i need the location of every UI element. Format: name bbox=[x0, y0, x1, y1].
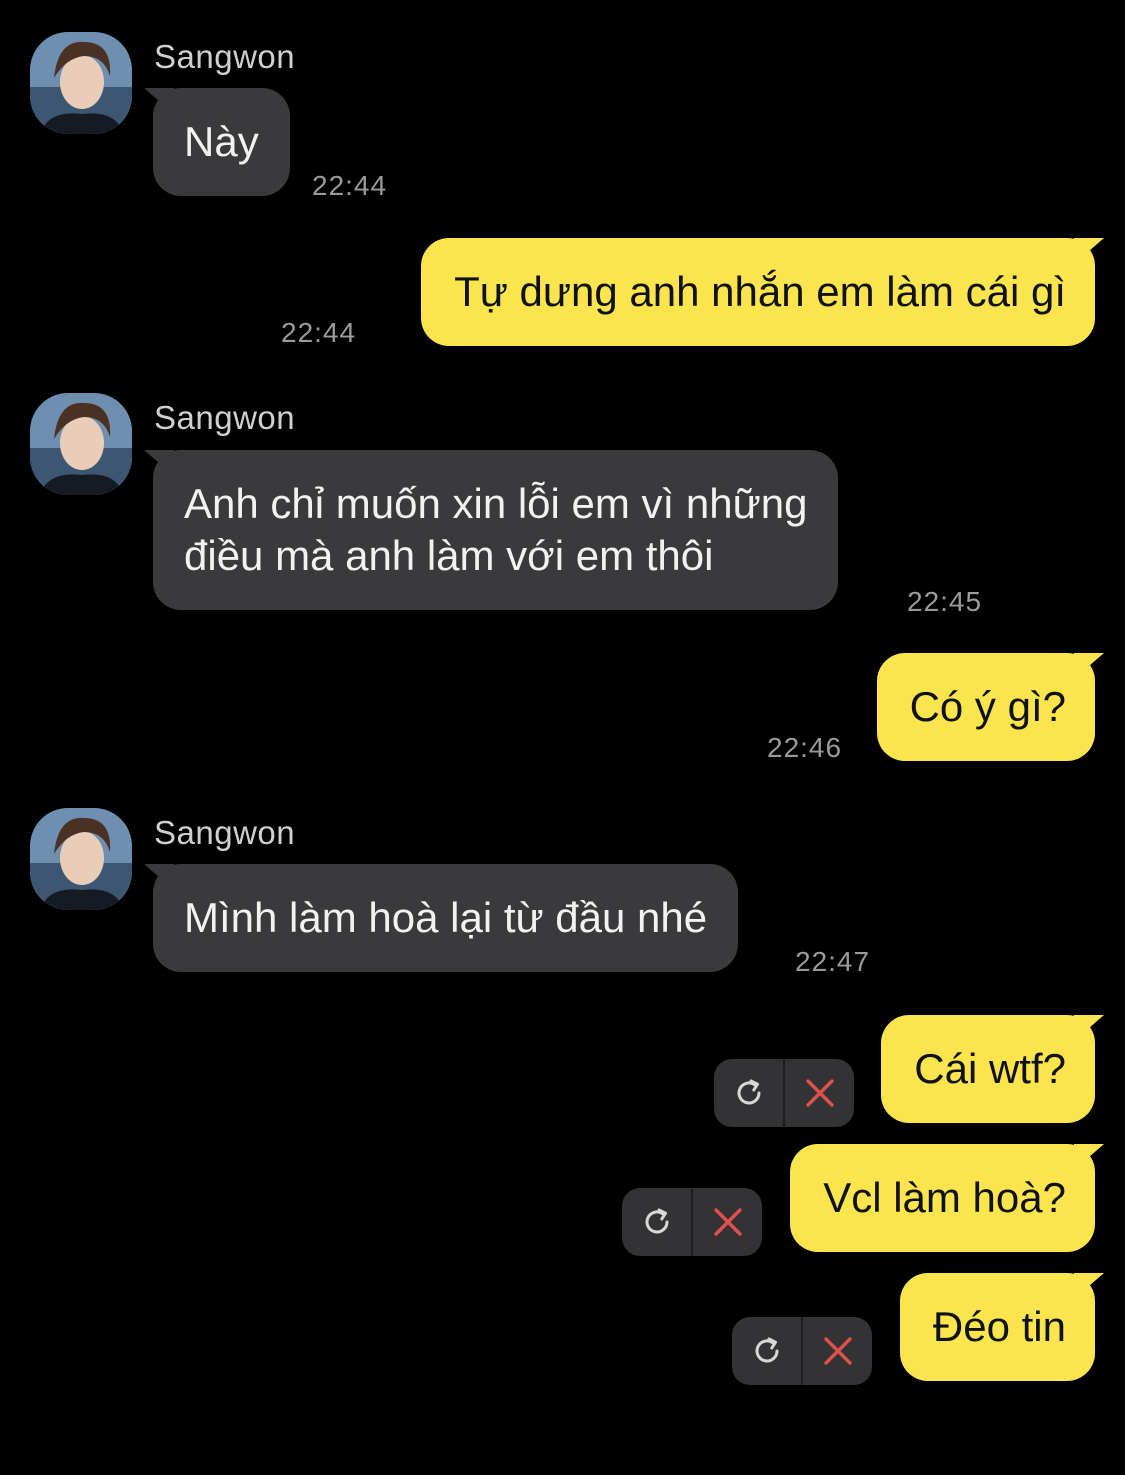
message-text: Này bbox=[184, 118, 259, 165]
incoming-message-bubble[interactable]: Này bbox=[153, 88, 290, 196]
message-text-line: Anh chỉ muốn xin lỗi em vì những bbox=[184, 480, 808, 527]
failed-send-actions bbox=[732, 1317, 872, 1385]
avatar[interactable] bbox=[30, 808, 132, 910]
message-text: Có ý gì? bbox=[909, 683, 1066, 730]
delete-icon bbox=[823, 1337, 852, 1365]
message-timestamp: 22:47 bbox=[795, 946, 871, 977]
message-text: Mình làm hoà lại từ đầu nhé bbox=[184, 894, 708, 941]
delete-button[interactable] bbox=[783, 1059, 854, 1127]
outgoing-message-bubble[interactable]: Cái wtf? bbox=[881, 1015, 1095, 1123]
outgoing-message-bubble[interactable]: Có ý gì? bbox=[876, 653, 1095, 761]
message-text: Cái wtf? bbox=[914, 1045, 1066, 1092]
sender-name: Sangwon bbox=[154, 814, 296, 851]
retry-icon bbox=[645, 1208, 668, 1234]
message-text: Vcl làm hoà? bbox=[823, 1174, 1066, 1221]
delete-button[interactable] bbox=[801, 1317, 872, 1385]
avatar[interactable] bbox=[30, 32, 132, 134]
retry-button[interactable] bbox=[732, 1317, 801, 1385]
incoming-message-bubble[interactable]: Anh chỉ muốn xin lỗi em vì những điều mà… bbox=[153, 450, 839, 610]
message-text: Tự dưng anh nhắn em làm cái gì bbox=[454, 268, 1066, 315]
message-timestamp: 22:45 bbox=[907, 586, 983, 617]
failed-send-actions bbox=[622, 1188, 762, 1256]
sender-name: Sangwon bbox=[154, 38, 296, 75]
retry-button[interactable] bbox=[622, 1188, 691, 1256]
retry-button[interactable] bbox=[714, 1059, 783, 1127]
message-timestamp: 22:44 bbox=[312, 170, 388, 201]
failed-send-actions bbox=[714, 1059, 854, 1127]
retry-icon bbox=[755, 1337, 778, 1363]
delete-icon bbox=[713, 1208, 742, 1236]
outgoing-message-bubble[interactable]: Tự dưng anh nhắn em làm cái gì bbox=[421, 238, 1095, 346]
outgoing-message-bubble[interactable]: Đéo tin bbox=[899, 1273, 1095, 1381]
delete-button[interactable] bbox=[691, 1188, 762, 1256]
sender-name: Sangwon bbox=[154, 399, 296, 436]
avatar[interactable] bbox=[30, 393, 132, 495]
message-text: Đéo tin bbox=[932, 1303, 1066, 1350]
outgoing-message-bubble[interactable]: Vcl làm hoà? bbox=[790, 1144, 1095, 1252]
message-timestamp: 22:44 bbox=[281, 317, 357, 348]
incoming-message-bubble[interactable]: Mình làm hoà lại từ đầu nhé bbox=[153, 864, 739, 972]
chat-thread: Sangwon Này 22:44 Tự dưng anh nhắn em là… bbox=[0, 0, 1125, 1475]
message-timestamp: 22:46 bbox=[767, 732, 843, 763]
delete-icon bbox=[805, 1079, 834, 1107]
message-text-line: điều mà anh làm với em thôi bbox=[184, 532, 714, 579]
retry-icon bbox=[737, 1079, 760, 1105]
